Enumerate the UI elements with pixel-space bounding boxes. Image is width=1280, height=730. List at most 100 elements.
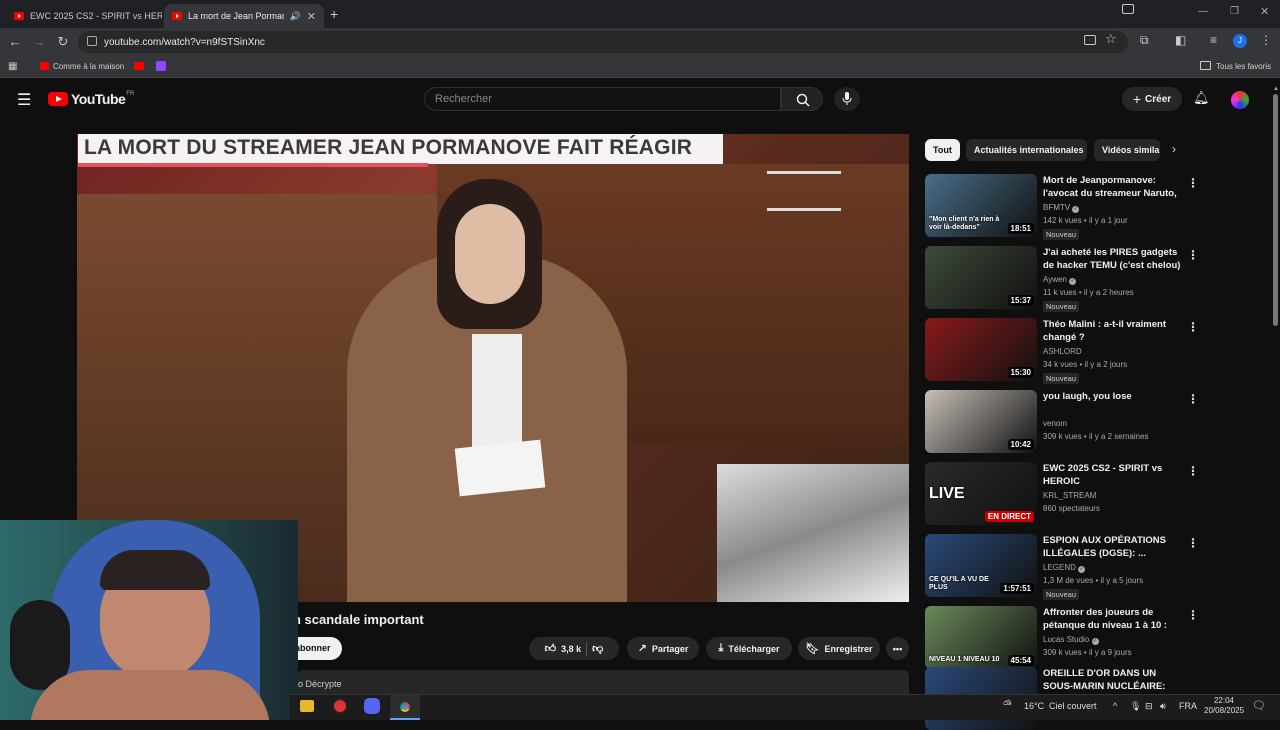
- tab-ewc[interactable]: EWC 2025 CS2 - SPIRIT vs HERO ✕: [6, 4, 162, 28]
- media-control-icon[interactable]: ≡: [1210, 33, 1217, 47]
- scrollbar-thumb[interactable]: [1273, 94, 1278, 326]
- bookmark-star-icon[interactable]: ☆: [1105, 31, 1117, 47]
- more-options-icon[interactable]: ⋮: [1187, 536, 1199, 550]
- site-info-icon[interactable]: [87, 36, 97, 46]
- voice-search-button[interactable]: [834, 87, 860, 111]
- reload-icon[interactable]: ↻: [55, 34, 71, 50]
- video-thumbnail[interactable]: "Mon client n'a rien à voir là-dedans" 18…: [925, 174, 1037, 237]
- channel-name[interactable]: BFMTV ✓: [1043, 203, 1080, 213]
- recommendation-item[interactable]: 15:30 Théo Malini : a-t-il vraiment chang…: [925, 318, 1199, 384]
- file-explorer-icon[interactable]: [300, 700, 314, 712]
- minimize-icon[interactable]: —: [1198, 6, 1208, 17]
- all-favorites-link[interactable]: Tous les favoris: [1216, 62, 1271, 71]
- more-options-icon[interactable]: ⋮: [1187, 320, 1199, 334]
- close-window-icon[interactable]: ✕: [1260, 5, 1269, 18]
- download-button[interactable]: ⤓ Télécharger: [706, 637, 792, 660]
- video-thumbnail[interactable]: 10:42: [925, 390, 1037, 453]
- channel-name[interactable]: Aywen ✓: [1043, 275, 1077, 285]
- volume-icon[interactable]: 🔊︎: [1160, 701, 1166, 712]
- more-options-icon[interactable]: ⋮: [1187, 176, 1199, 190]
- weather-temp[interactable]: 16°C: [1024, 701, 1044, 711]
- recommendation-title[interactable]: EWC 2025 CS2 - SPIRIT vs HEROIC: [1043, 462, 1181, 488]
- maximize-icon[interactable]: ❐: [1230, 6, 1239, 17]
- more-actions-button[interactable]: •••: [886, 637, 909, 660]
- video-thumbnail[interactable]: LIVE EN DIRECT: [925, 462, 1037, 525]
- channel-name[interactable]: LEGEND ✓: [1043, 563, 1086, 573]
- streamer-shoulders: [30, 670, 270, 720]
- notifications-bell-icon[interactable]: 🔔︎: [1193, 90, 1210, 106]
- recommendation-title[interactable]: Affronter des joueurs de pétanque du niv…: [1043, 606, 1181, 633]
- recommendation-item[interactable]: NIVEAU 1 NIVEAU 10 45:54 Affronter des jou…: [925, 606, 1199, 672]
- speaker-icon[interactable]: 🔊: [290, 11, 301, 22]
- profile-avatar[interactable]: J: [1233, 34, 1247, 48]
- channel-name[interactable]: ASHLORD: [1043, 347, 1082, 356]
- more-options-icon[interactable]: ⋮: [1187, 392, 1199, 406]
- channel-name[interactable]: KRL_STREAM: [1043, 491, 1096, 500]
- video-thumbnail[interactable]: 15:37: [925, 246, 1037, 309]
- hamburger-menu-icon[interactable]: ☰: [17, 90, 31, 110]
- extensions-icon[interactable]: ⧉: [1140, 33, 1149, 48]
- microphone-tray-icon[interactable]: 🎙︎: [1130, 701, 1141, 712]
- split-view-icon[interactable]: ◧: [1175, 33, 1186, 47]
- forward-icon[interactable]: →: [31, 34, 47, 50]
- recommendation-title[interactable]: you laugh, you lose: [1043, 390, 1181, 403]
- discord-app-icon[interactable]: [364, 698, 380, 714]
- create-button[interactable]: + Créer: [1122, 87, 1182, 111]
- close-tab-icon[interactable]: ✕: [307, 10, 316, 23]
- chip-tout[interactable]: Tout: [925, 139, 960, 161]
- video-thumbnail[interactable]: CE QU'IL A VU DE PLUS 1:57:51: [925, 534, 1037, 597]
- recommendation-title[interactable]: Mort de Jeanpormanove: l'avocat du strea…: [1043, 174, 1181, 201]
- recommendation-title[interactable]: J'ai acheté les PIRES gadgets de hacker …: [1043, 246, 1181, 272]
- save-button[interactable]: 🔖︎ Enregistrer: [798, 637, 880, 660]
- back-icon[interactable]: ←: [7, 34, 23, 50]
- weather-description[interactable]: Ciel couvert: [1049, 701, 1097, 711]
- share-button[interactable]: ↗ Partager: [627, 637, 699, 660]
- apps-grid-icon[interactable]: ▦: [8, 61, 17, 72]
- scroll-up-icon[interactable]: ▲: [1273, 86, 1279, 92]
- more-options-icon[interactable]: ⋮: [1187, 608, 1199, 622]
- recommendation-title[interactable]: Théo Malini : a-t-il vraiment changé ?: [1043, 318, 1181, 344]
- account-avatar[interactable]: [1231, 91, 1249, 109]
- install-app-icon[interactable]: [1084, 35, 1096, 45]
- recommendation-item[interactable]: LIVE EN DIRECT EWC 2025 CS2 - SPIRIT vs HE…: [925, 462, 1199, 528]
- more-options-icon[interactable]: ⋮: [1187, 464, 1199, 478]
- youtube-bookmark-icon[interactable]: [134, 62, 144, 70]
- obs-app-icon[interactable]: [332, 698, 348, 714]
- subscribe-button[interactable]: abonner: [291, 637, 342, 660]
- recommendation-item[interactable]: 15:37 J'ai acheté les PIRES gadgets de ha…: [925, 246, 1199, 312]
- recommendation-title[interactable]: ESPION AUX OPÉRATIONS ILLÉGALES (DGSE): …: [1043, 534, 1181, 560]
- network-icon[interactable]: ⊟: [1145, 701, 1153, 712]
- recommendation-item[interactable]: OREILLE D'OR DANS UN SOUS-MARIN NUCLÉAIR…: [925, 667, 1185, 730]
- address-bar[interactable]: youtube.com/watch?v=n9fSTSinXnc: [78, 31, 1128, 53]
- tab-search-icon[interactable]: [1122, 4, 1134, 14]
- new-tab-button[interactable]: +: [330, 6, 338, 22]
- like-button[interactable]: 👍︎ 3,8 k: [545, 642, 582, 655]
- channel-name[interactable]: venom: [1043, 419, 1067, 428]
- chevron-right-icon[interactable]: ›: [1172, 142, 1176, 156]
- menu-kebab-icon[interactable]: ⋮: [1260, 33, 1272, 47]
- language-indicator[interactable]: FRA: [1179, 701, 1197, 711]
- tray-chevron-icon[interactable]: ^: [1113, 701, 1117, 711]
- chip-actualites-internationales[interactable]: Actualités internationales: [966, 139, 1087, 161]
- search-input[interactable]: Rechercher: [424, 87, 781, 111]
- tab-pormanove[interactable]: La mort de Jean Pormanove 🔊 ✕: [164, 4, 324, 28]
- recommendation-item[interactable]: CE QU'IL A VU DE PLUS 1:57:51 ESPION AUX O…: [925, 534, 1199, 600]
- recommendation-item[interactable]: "Mon client n'a rien à voir là-dedans" 18…: [925, 174, 1199, 240]
- twitch-bookmark-icon[interactable]: [156, 61, 166, 71]
- recommendation-item[interactable]: 10:42 you laugh, you lose venom 309 k vues …: [925, 390, 1199, 456]
- view-count-and-age: 860 spectateurs: [1043, 504, 1100, 513]
- verified-check-icon: ✓: [1069, 278, 1077, 285]
- chip-videos-similaires[interactable]: Vidéos simila: [1094, 139, 1160, 161]
- video-thumbnail[interactable]: 15:30: [925, 318, 1037, 381]
- video-thumbnail[interactable]: NIVEAU 1 NIVEAU 10 45:54: [925, 606, 1037, 669]
- bookmark-comme-a-la-maison[interactable]: Comme à la maison: [53, 62, 124, 71]
- notification-center-icon[interactable]: 🗨︎: [1252, 699, 1266, 712]
- clock[interactable]: 22:04 20/08/2025: [1204, 696, 1244, 716]
- recommendation-title[interactable]: OREILLE D'OR DANS UN SOUS-MARIN NUCLÉAIR…: [1043, 667, 1181, 694]
- weather-icon[interactable]: ⛅︎: [1003, 699, 1012, 712]
- channel-name[interactable]: Lucas Studio ✓: [1043, 635, 1099, 645]
- search-button[interactable]: [781, 87, 823, 111]
- dislike-button[interactable]: 👎︎: [592, 642, 603, 655]
- more-options-icon[interactable]: ⋮: [1187, 248, 1199, 262]
- youtube-logo[interactable]: YouTube FR: [48, 91, 134, 107]
